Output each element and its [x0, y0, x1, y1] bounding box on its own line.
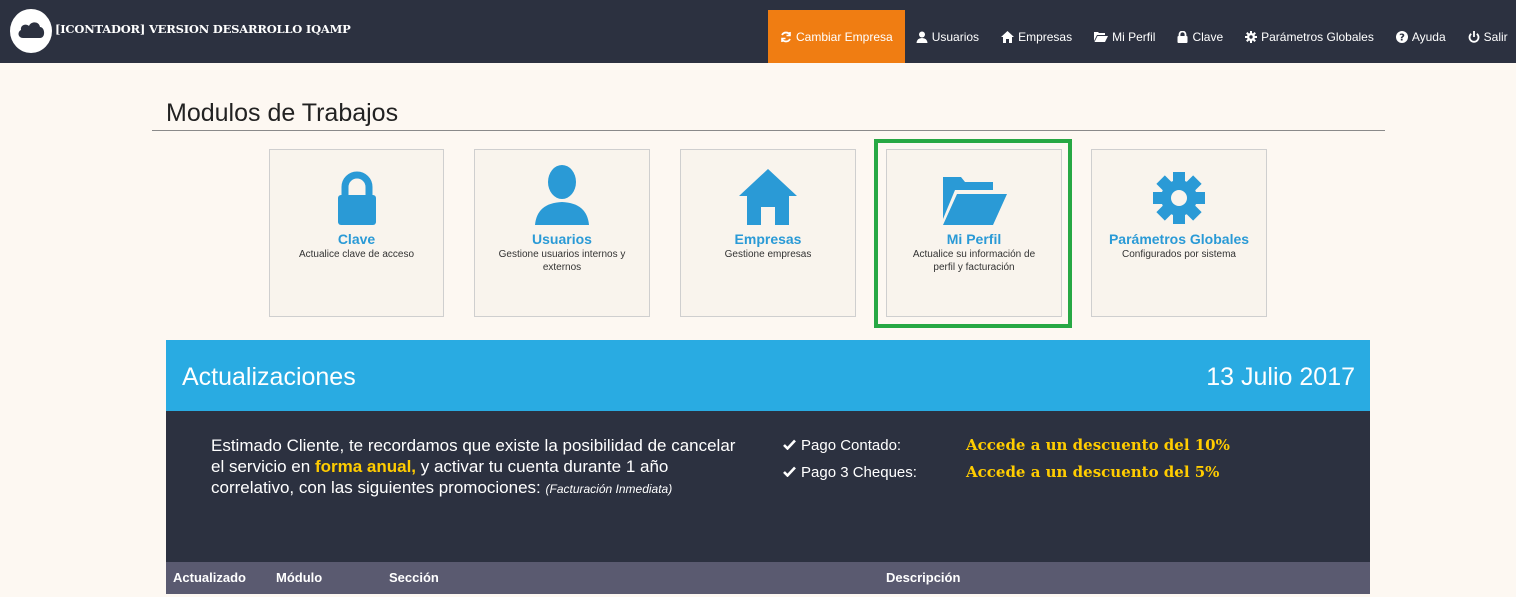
- column-header[interactable]: Sección: [389, 570, 439, 585]
- refresh-icon: [781, 31, 791, 42]
- column-header[interactable]: Módulo: [276, 570, 322, 585]
- power-icon: [1468, 30, 1480, 43]
- module-description: Gestione usuarios internos y externos: [498, 249, 626, 273]
- cloud-logo[interactable]: [10, 9, 52, 53]
- gear-icon: [1245, 30, 1258, 43]
- module-card-usuarios[interactable]: Usuarios Gestione usuarios internos y ex…: [474, 149, 650, 317]
- nav-clave[interactable]: Clave: [1166, 10, 1234, 63]
- home-icon: [1001, 30, 1015, 43]
- nav-mi-perfil[interactable]: Mi Perfil: [1083, 10, 1166, 63]
- check-icon: [783, 466, 796, 478]
- module-description: Actualice clave de acceso: [298, 249, 415, 260]
- nav-salir[interactable]: Salir: [1457, 10, 1516, 63]
- updates-title: Actualizaciones: [182, 363, 356, 391]
- user-icon: [535, 165, 589, 225]
- top-nav: Cambiar Empresa Usuarios Empresas Mi Per…: [768, 10, 1516, 63]
- promo-label-text: Pago Contado:: [801, 437, 902, 454]
- message-highlight: forma anual,: [314, 457, 417, 476]
- svg-text:?: ?: [1399, 32, 1405, 43]
- promo-label: Pago Contado:: [783, 437, 966, 454]
- cloud-icon: [18, 22, 45, 38]
- promo-item: Pago 3 Cheques: Accede a un descuento del…: [783, 463, 1219, 481]
- nav-cambiar-empresa[interactable]: Cambiar Empresa: [768, 10, 905, 63]
- nav-parametros-globales[interactable]: Parámetros Globales: [1234, 10, 1385, 63]
- nav-label: Parámetros Globales: [1261, 29, 1374, 44]
- promo-item: Pago Contado: Accede a un descuento del 1…: [783, 436, 1230, 454]
- nav-ayuda[interactable]: ? Ayuda: [1385, 10, 1457, 63]
- updates-date: 13 Julio 2017: [1206, 363, 1355, 391]
- user-icon: [916, 31, 928, 43]
- module-title: Usuarios: [532, 231, 592, 247]
- gear-icon: [1153, 172, 1205, 224]
- updates-header: Actualizaciones 13 Julio 2017: [166, 340, 1370, 411]
- updates-message: Estimado Cliente, te recordamos que exis…: [211, 435, 751, 500]
- nav-label: Ayuda: [1411, 29, 1446, 44]
- column-header[interactable]: Descripción: [886, 570, 960, 585]
- module-card-clave[interactable]: Clave Actualice clave de acceso: [269, 149, 444, 317]
- promo-value: Accede a un descuento del 5%: [966, 463, 1220, 481]
- module-description: Configurados por sistema: [1122, 249, 1236, 260]
- module-description: Gestione empresas: [724, 249, 812, 260]
- promo-label-text: Pago 3 Cheques:: [801, 464, 917, 481]
- module-title: Empresas: [734, 231, 802, 247]
- promo-label: Pago 3 Cheques:: [783, 464, 966, 481]
- promo-value: Accede a un descuento del 10%: [966, 436, 1230, 454]
- check-icon: [783, 439, 796, 451]
- nav-empresas[interactable]: Empresas: [990, 10, 1083, 63]
- nav-usuarios[interactable]: Usuarios: [905, 10, 990, 63]
- column-header[interactable]: Actualizado: [173, 570, 246, 585]
- page-title: Modulos de Trabajos: [166, 99, 399, 127]
- module-title: Clave: [337, 231, 376, 247]
- nav-label: Salir: [1483, 29, 1508, 44]
- lock-icon: [337, 171, 376, 225]
- nav-label: Clave: [1192, 29, 1224, 44]
- nav-label: Empresas: [1018, 29, 1073, 44]
- question-circle-icon: ?: [1395, 30, 1408, 43]
- nav-label: Mi Perfil: [1112, 29, 1156, 44]
- selection-highlight: [874, 139, 1072, 328]
- lock-icon: [1177, 30, 1188, 43]
- nav-label: Usuarios: [931, 29, 980, 44]
- message-note: (Facturación Inmediata): [545, 482, 673, 496]
- module-title: Parámetros Globales: [1108, 231, 1250, 247]
- updates-table-header: Actualizado Módulo Sección Descripción: [166, 562, 1370, 594]
- home-icon: [739, 169, 797, 225]
- module-card-parametros-globales[interactable]: Parámetros Globales Configurados por sis…: [1091, 149, 1267, 317]
- module-card-empresas[interactable]: Empresas Gestione empresas: [680, 149, 856, 317]
- title-divider: [152, 130, 1385, 131]
- nav-label: Cambiar Empresa: [796, 29, 893, 44]
- app-title: [ICONTADOR] VERSION DESARROLLO IQAMP: [55, 22, 351, 36]
- folder-open-icon: [1094, 32, 1109, 42]
- updates-body: Estimado Cliente, te recordamos que exis…: [166, 411, 1370, 562]
